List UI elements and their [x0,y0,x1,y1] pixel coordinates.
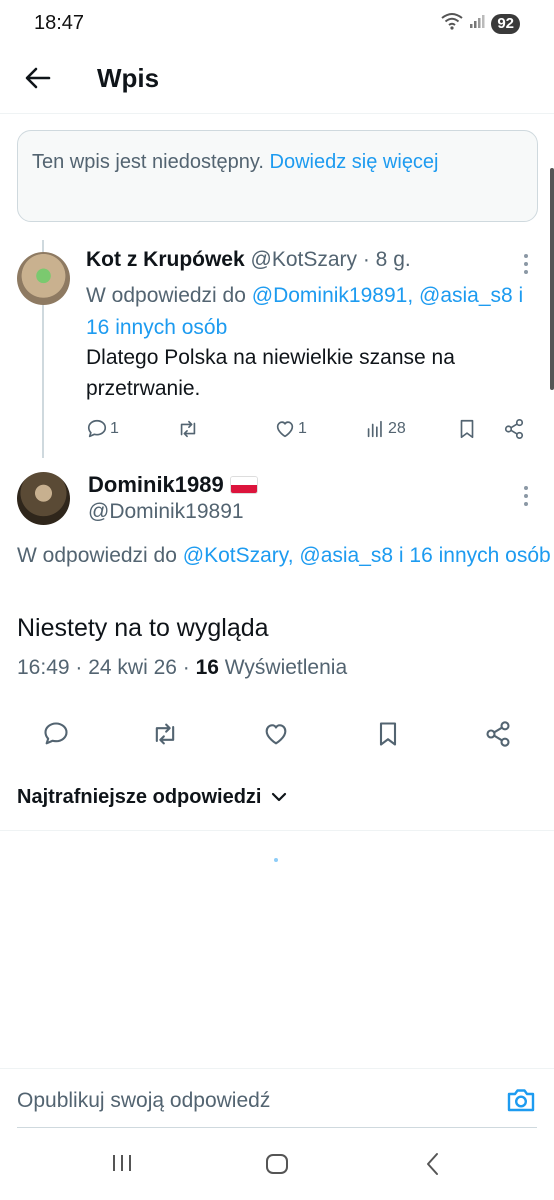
more-vertical-icon [518,252,534,276]
compose-bar [0,1068,554,1128]
views-icon [364,418,386,440]
reply-actions: 1 1 28 [86,416,536,444]
replying-to-links[interactable]: @KotSzary, @asia_s8 i 16 innych osób [183,544,551,567]
back-button[interactable] [20,62,56,98]
reply-repost-button[interactable] [176,418,200,440]
heart-icon [274,418,296,440]
repost-icon [176,418,200,440]
compose-underline [17,1127,537,1128]
camera-icon [506,1089,536,1117]
scrollbar[interactable] [550,168,554,390]
page-title: Wpis [97,63,160,93]
notice-text: Ten wpis jest niedostępny. [32,151,270,173]
recent-apps-button[interactable] [110,1152,134,1179]
poland-flag-icon [229,476,258,494]
main-comment-button[interactable] [42,720,70,748]
system-nav-bar [0,1130,554,1200]
battery-badge: 92 [491,13,520,34]
wifi-icon [441,12,463,35]
home-icon [264,1154,290,1180]
replying-to-prefix: W odpowiedzi do [86,284,252,307]
reply-count: 1 [110,420,119,437]
arrow-left-icon [25,67,51,94]
comment-icon [86,418,108,440]
loading-indicator [274,858,278,862]
main-like-button[interactable] [262,720,290,748]
reply-like-button[interactable]: 1 [274,418,307,440]
main-actions [0,716,554,752]
home-button[interactable] [264,1152,290,1181]
reply-input[interactable] [17,1089,487,1113]
divider [0,830,554,831]
post-timestamp: 16:49 · 24 kwi 26 · [17,656,196,679]
status-time: 18:47 [34,12,85,34]
main-more-button[interactable] [518,484,534,508]
reply-comment-button[interactable]: 1 [86,418,119,440]
sort-replies-dropdown[interactable]: Najtrafniejsze odpowiedzi [17,786,287,809]
main-repost-button[interactable] [150,720,180,748]
main-post-text: Niestety na to wygląda [17,614,269,642]
header: Wpis [0,48,554,114]
status-icons: 92 [441,12,520,35]
main-author-row: Dominik1989 [88,472,258,498]
post-views-label: Wyświetlenia [218,656,348,679]
sort-label: Najtrafniejsze odpowiedzi [17,786,262,808]
back-nav-button[interactable] [424,1152,442,1181]
reply-author-row: Kot z Krupówek @KotSzary · 8 g. [86,246,411,274]
reply-bookmark-button[interactable] [456,418,478,440]
chevron-down-icon [271,786,287,809]
bookmark-icon [374,720,402,748]
replying-to-prefix: W odpowiedzi do [17,544,183,567]
views-count: 28 [388,420,406,437]
more-vertical-icon [518,484,534,508]
main-bookmark-button[interactable] [374,720,402,748]
reply-text: Dlatego Polska na niewielkie szanse na p… [86,346,455,400]
unavailable-notice: Ten wpis jest niedostępny. Dowiedz się w… [17,130,538,222]
share-icon [502,418,526,440]
reply-author-name[interactable]: Kot z Krupówek [86,248,245,271]
reply-replying-to: W odpowiedzi do @Dominik19891, @asia_s8 … [86,280,526,344]
reply-more-button[interactable] [518,252,534,276]
reply-views-button[interactable]: 28 [364,418,406,440]
main-share-button[interactable] [484,720,512,748]
avatar[interactable] [17,252,70,305]
repost-icon [150,720,180,748]
status-bar: 18:47 92 [0,0,554,48]
main-author-name[interactable]: Dominik1989 [88,472,224,498]
heart-icon [262,720,290,748]
avatar[interactable] [17,472,70,525]
comment-icon [42,720,70,748]
chevron-left-icon [424,1153,442,1180]
post-views-count: 16 [195,656,219,679]
camera-button[interactable] [506,1087,536,1118]
main-replying-to: W odpowiedzi do @KotSzary, @asia_s8 i 16… [17,540,554,571]
share-icon [484,720,512,748]
bookmark-icon [456,418,478,440]
main-post-meta: 16:49 · 24 kwi 26 · 16 Wyświetlenia [17,656,347,680]
reply-share-button[interactable] [502,418,526,440]
recent-apps-icon [110,1155,134,1178]
signal-icon [469,13,485,34]
learn-more-link[interactable]: Dowiedz się więcej [270,151,439,173]
like-count: 1 [298,420,307,437]
main-author-handle[interactable]: @Dominik19891 [88,500,244,524]
reply-author-meta: @KotSzary · 8 g. [244,248,411,271]
